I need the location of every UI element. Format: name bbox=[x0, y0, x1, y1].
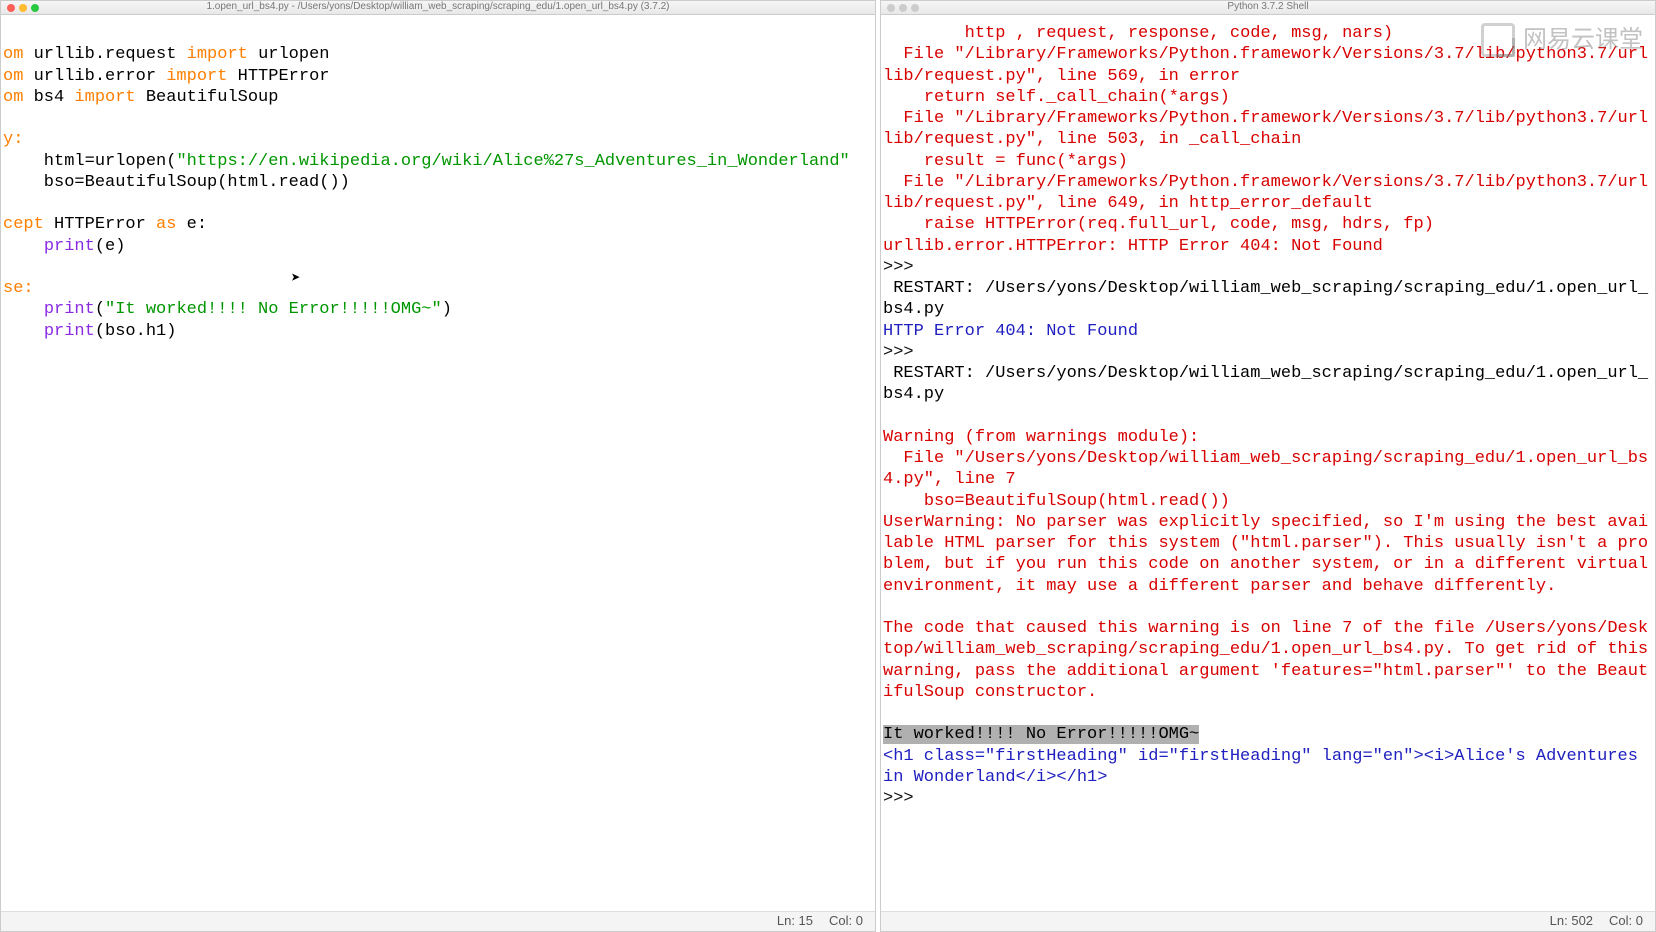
warning-line: bso=BeautifulSoup(html.read()) bbox=[883, 492, 1230, 511]
traceback-line: File "/Library/Frameworks/Python.framewo… bbox=[883, 45, 1648, 85]
maximize-icon[interactable] bbox=[911, 4, 919, 12]
shell-prompt[interactable]: >>> bbox=[883, 789, 924, 808]
shell-titlebar[interactable]: Python 3.7.2 Shell bbox=[881, 1, 1655, 15]
minimize-icon[interactable] bbox=[899, 4, 907, 12]
traceback-line: raise HTTPError(req.full_url, code, msg,… bbox=[883, 215, 1434, 234]
warning-line: The code that caused this warning is on … bbox=[883, 619, 1655, 702]
shell-window: Python 3.7.2 Shell http , request, respo… bbox=[880, 0, 1656, 932]
editor-col-status: Col: 0 bbox=[829, 913, 863, 929]
warning-line: UserWarning: No parser was explicitly sp… bbox=[883, 513, 1655, 596]
warning-line: Warning (from warnings module): bbox=[883, 428, 1199, 447]
shell-statusbar: Ln: 502 Col: 0 bbox=[881, 911, 1655, 931]
shell-content[interactable]: http , request, response, code, msg, nar… bbox=[881, 15, 1655, 911]
editor-line-status: Ln: 15 bbox=[777, 913, 813, 929]
warning-line: File "/Users/yons/Desktop/william_web_sc… bbox=[883, 449, 1648, 489]
shell-line-status: Ln: 502 bbox=[1550, 913, 1593, 929]
editor-statusbar: Ln: 15 Col: 0 bbox=[1, 911, 875, 931]
output-line: HTTP Error 404: Not Found bbox=[883, 322, 1138, 341]
restart-line: RESTART: /Users/yons/Desktop/william_web… bbox=[883, 364, 1648, 404]
editor-title: 1.open_url_bs4.py - /Users/yons/Desktop/… bbox=[206, 1, 669, 14]
output-highlight: It worked!!!! No Error!!!!!OMG~ bbox=[883, 725, 1199, 744]
close-icon[interactable] bbox=[7, 4, 15, 12]
traceback-line: result = func(*args) bbox=[883, 152, 1128, 171]
shell-col-status: Col: 0 bbox=[1609, 913, 1643, 929]
editor-window: 1.open_url_bs4.py - /Users/yons/Desktop/… bbox=[0, 0, 876, 932]
maximize-icon[interactable] bbox=[31, 4, 39, 12]
shell-prompt: >>> bbox=[883, 258, 924, 277]
restart-line: RESTART: /Users/yons/Desktop/william_web… bbox=[883, 279, 1648, 319]
traceback-line: File "/Library/Frameworks/Python.framewo… bbox=[883, 173, 1648, 213]
editor-titlebar[interactable]: 1.open_url_bs4.py - /Users/yons/Desktop/… bbox=[1, 1, 875, 15]
output-line: <h1 class="firstHeading" id="firstHeadin… bbox=[883, 747, 1648, 787]
traffic-lights[interactable] bbox=[887, 4, 919, 12]
traceback-line: http , request, response, code, msg, nar… bbox=[883, 24, 1393, 43]
code-text: om bbox=[3, 45, 34, 64]
traceback-line: return self._call_chain(*args) bbox=[883, 88, 1230, 107]
shell-title: Python 3.7.2 Shell bbox=[1227, 1, 1308, 14]
minimize-icon[interactable] bbox=[19, 4, 27, 12]
traffic-lights[interactable] bbox=[7, 4, 39, 12]
editor-content[interactable]: om urllib.request import urlopen om urll… bbox=[1, 15, 875, 911]
traceback-line: urllib.error.HTTPError: HTTP Error 404: … bbox=[883, 237, 1383, 256]
traceback-line: File "/Library/Frameworks/Python.framewo… bbox=[883, 109, 1648, 149]
close-icon[interactable] bbox=[887, 4, 895, 12]
shell-prompt: >>> bbox=[883, 343, 924, 362]
